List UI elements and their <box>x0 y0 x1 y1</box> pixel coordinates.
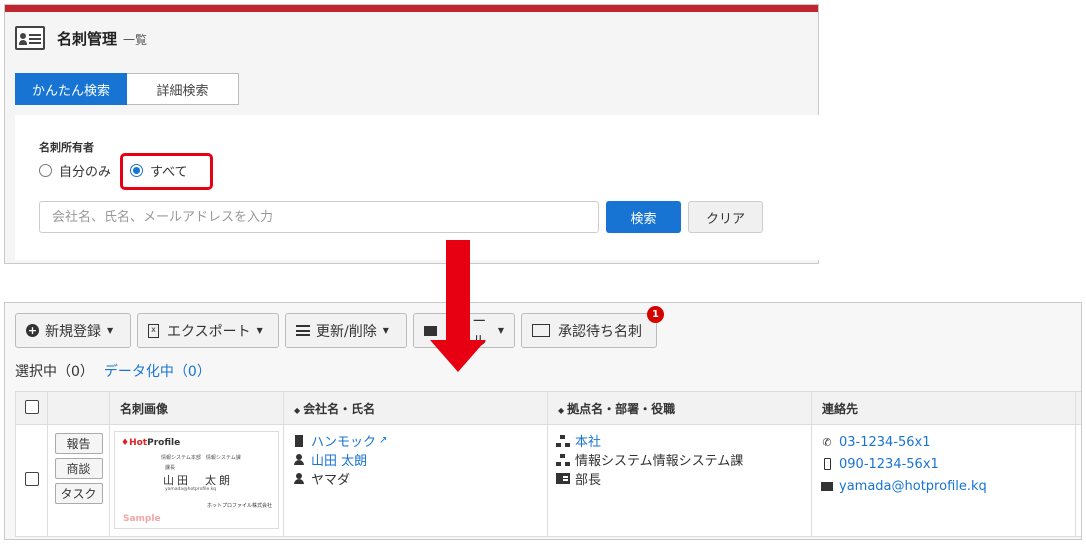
building-icon <box>295 434 303 447</box>
contact-header: 連絡先 <box>811 391 1076 425</box>
selected-count: 選択中（0） <box>15 364 94 380</box>
business-card-icon <box>15 26 45 50</box>
card-company: ホットプロファイル株式会社 <box>207 503 273 509</box>
branch-cell: 本社 情報システム情報システム課 部長 <box>547 424 812 537</box>
phone-icon: ✆ <box>822 435 832 449</box>
results-panel: + 新規登録 ▼ x エクスポート ▼ 更新/削除 ▼ ール ▼ 承認待ち名刺 … <box>4 302 1082 540</box>
radio-all-label: すべて <box>150 165 188 180</box>
person-icon <box>294 473 304 484</box>
page-header: 名刺管理 一覧 <box>15 25 147 51</box>
card-email: yamada@hotprofile.kq <box>165 487 217 492</box>
department-text: 情報システム情報システム課 <box>575 454 744 469</box>
contact-cell: ✆ 03-1234-56x1 090-1234-56x1 yamada@hotp… <box>811 424 1076 537</box>
radio-mine-only[interactable]: 自分のみ <box>39 161 111 180</box>
caret-down-icon: ▼ <box>497 326 504 335</box>
branch-header-label: 拠点名・部署・役職 <box>567 401 676 416</box>
row-checkbox[interactable] <box>24 471 39 486</box>
report-button[interactable]: 報告 <box>54 433 103 454</box>
page-title: 名刺管理 <box>57 29 118 48</box>
company-link[interactable]: ハンモック <box>311 431 376 450</box>
card-logo: ♦HotProfile <box>121 438 181 448</box>
card-sample-watermark: Sample <box>123 514 161 524</box>
list-icon <box>296 325 310 336</box>
org-chart-icon <box>556 453 570 466</box>
radio-mine-only-label: 自分のみ <box>59 165 112 180</box>
mobile-link[interactable]: 090-1234-56x1 <box>839 457 939 472</box>
id-card-icon <box>532 324 550 337</box>
person-icon <box>294 454 304 465</box>
search-button[interactable]: 検索 <box>606 201 681 233</box>
down-arrow-icon <box>430 240 486 372</box>
export-label: エクスポート <box>167 323 251 340</box>
tab-simple-search[interactable]: かんたん検索 <box>15 73 127 105</box>
sort-icon: ◆ <box>294 405 301 415</box>
id-card-icon <box>556 473 570 484</box>
row-select-cell <box>15 424 48 537</box>
select-all-checkbox[interactable] <box>24 399 39 414</box>
new-register-button[interactable]: + 新規登録 ▼ <box>15 313 131 348</box>
caret-down-icon: ▼ <box>382 326 389 335</box>
radio-mine-only-circle[interactable] <box>39 164 52 177</box>
table-row: 報告 商談 タスク ♦HotProfile 情報システム本部 情報システム課 課… <box>15 424 1081 537</box>
branch-link[interactable]: 本社 <box>575 431 601 450</box>
task-button[interactable]: タスク <box>54 483 103 504</box>
caret-down-icon: ▼ <box>107 326 114 335</box>
export-button[interactable]: x エクスポート ▼ <box>137 313 279 348</box>
deal-button[interactable]: 商談 <box>54 458 103 479</box>
new-register-label: 新規登録 <box>45 323 101 340</box>
cards-table: 名刺画像 ◆ 会社名・氏名 ◆ 拠点名・部署・役職 連絡先 報告 商談 タスク ♦H… <box>15 391 1081 537</box>
envelope-icon <box>821 481 833 491</box>
card-image-cell: ♦HotProfile 情報システム本部 情報システム課 課長 山田 太朗 ya… <box>109 424 284 537</box>
radio-all[interactable]: すべて <box>130 161 188 180</box>
update-delete-button[interactable]: 更新/削除 ▼ <box>285 313 407 348</box>
card-title: 課長 <box>165 465 176 471</box>
tab-advanced-search[interactable]: 詳細検索 <box>127 73 239 105</box>
mobile-phone-icon <box>823 458 831 470</box>
digitizing-count-link[interactable]: データ化中（0） <box>104 361 211 381</box>
plus-circle-icon: + <box>26 324 39 337</box>
search-panel: 名刺管理 一覧 かんたん検索 詳細検索 名刺所有者 自分のみ すべて 検索 クリ… <box>4 4 820 264</box>
extra-header <box>1075 391 1081 425</box>
person-kana: ヤマダ <box>311 473 351 488</box>
row-actions-cell: 報告 商談 タスク <box>47 424 110 537</box>
sort-icon: ◆ <box>558 405 565 415</box>
pending-cards-label: 承認待ち名刺 <box>558 323 642 340</box>
image-header: 名刺画像 <box>109 391 284 425</box>
top-accent-bar <box>5 5 818 12</box>
email-link[interactable]: yamada@hotprofile.kq <box>839 479 987 494</box>
toolbar: + 新規登録 ▼ x エクスポート ▼ 更新/削除 ▼ ール ▼ 承認待ち名刺 … <box>15 306 664 350</box>
select-all-cell <box>15 391 48 425</box>
pending-count-badge: 1 <box>647 306 664 323</box>
company-header[interactable]: ◆ 会社名・氏名 <box>283 391 548 425</box>
search-tabs: かんたん検索 詳細検索 <box>15 73 239 105</box>
excel-file-icon: x <box>148 323 159 338</box>
company-header-label: 会社名・氏名 <box>303 401 376 416</box>
update-delete-label: 更新/削除 <box>316 323 377 340</box>
business-card-image[interactable]: ♦HotProfile 情報システム本部 情報システム課 課長 山田 太朗 ya… <box>114 431 279 529</box>
pending-cards-button[interactable]: 承認待ち名刺 1 <box>521 306 664 348</box>
position-text: 部長 <box>575 473 602 488</box>
radio-all-circle[interactable] <box>130 164 143 177</box>
clear-button[interactable]: クリア <box>688 201 763 233</box>
person-name-link[interactable]: 山田 太朗 <box>311 450 367 469</box>
search-input[interactable] <box>39 201 599 233</box>
org-chart-icon <box>556 434 570 447</box>
owner-label: 名刺所有者 <box>39 141 94 154</box>
phone-link[interactable]: 03-1234-56x1 <box>839 435 931 450</box>
selection-status: 選択中（0） データ化中（0） <box>15 361 211 381</box>
table-header-row: 名刺画像 ◆ 会社名・氏名 ◆ 拠点名・部署・役職 連絡先 <box>15 391 1081 425</box>
card-department: 情報システム本部 情報システム課 <box>161 455 241 461</box>
search-form: 名刺所有者 自分のみ すべて 検索 クリア <box>15 115 820 260</box>
card-name: 山田 太朗 <box>163 474 233 487</box>
external-link-icon[interactable]: ↗ <box>379 435 387 446</box>
extra-cell <box>1075 424 1081 537</box>
caret-down-icon: ▼ <box>256 326 263 335</box>
company-cell: ハンモック ↗ 山田 太朗 ヤマダ <box>283 424 548 537</box>
branch-header[interactable]: ◆ 拠点名・部署・役職 <box>547 391 812 425</box>
actions-header <box>47 391 110 425</box>
page-subtitle: 一覧 <box>123 32 148 47</box>
